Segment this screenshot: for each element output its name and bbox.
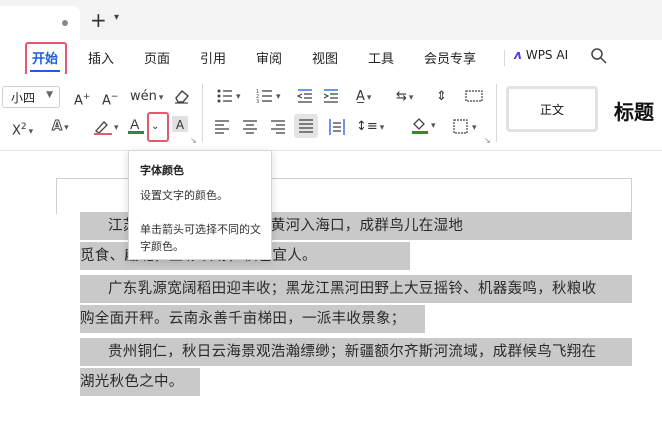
active-tab-underline	[30, 70, 60, 72]
wps-ai-button[interactable]: ʌ WPS AI	[514, 48, 568, 62]
sort-icon[interactable]: ⇆ ▾	[396, 88, 413, 107]
text-direction-icon[interactable]: A̲ ▾	[356, 88, 371, 107]
menu-tab-member[interactable]: 会员专享	[424, 48, 476, 67]
tooltip-title: 字体颜色	[140, 164, 184, 177]
align-right-icon[interactable]	[270, 120, 286, 134]
menu-tab-review[interactable]: 审阅	[256, 48, 282, 67]
justify-icon	[299, 119, 313, 133]
style-normal[interactable]: 正文	[506, 86, 598, 132]
ribbon-separator	[202, 84, 203, 142]
paint-bucket-icon[interactable]: ▾	[410, 116, 440, 136]
unsaved-dot-icon	[62, 20, 68, 26]
superscript-icon[interactable]: X2▾	[12, 118, 33, 141]
decrease-indent-icon[interactable]	[296, 88, 314, 104]
clear-format-icon[interactable]	[172, 88, 190, 104]
align-center-icon[interactable]	[242, 120, 258, 134]
menu-tab-tools[interactable]: 工具	[368, 48, 394, 67]
svg-text:▾: ▾	[236, 92, 241, 102]
ribbon-toolbar: 小四 ▼ A+ A− wén ▾ X2▾ A ▾ ▾ A ⌄ A ↘ ▾ 123 ▾	[0, 74, 662, 151]
document-tab[interactable]	[0, 6, 80, 40]
new-tab-button[interactable]: +	[90, 8, 107, 32]
font-size-value: 小四	[11, 91, 36, 105]
style-title[interactable]: 标题	[606, 86, 662, 132]
show-marks-icon[interactable]: ⇕	[436, 88, 447, 106]
bullet-list-icon[interactable]: ▾	[216, 88, 246, 104]
style-title-label: 标题	[614, 100, 654, 124]
document-line[interactable]: 购全面开秤。云南永善千亩梯田，一派丰收景象；	[80, 305, 406, 333]
search-icon[interactable]	[590, 47, 608, 65]
new-tab-dropdown-icon[interactable]: ▾	[114, 12, 119, 23]
tooltip-description: 设置文字的颜色。	[140, 189, 228, 202]
font-size-select[interactable]: 小四 ▼	[2, 86, 60, 108]
ribbon-separator	[496, 84, 497, 142]
table-tools-icon[interactable]	[464, 88, 484, 104]
tab-bar: + ▾	[0, 0, 662, 40]
menu-tab-view[interactable]: 视图	[312, 48, 338, 67]
distributed-align-icon[interactable]	[328, 118, 346, 136]
svg-text:3: 3	[256, 99, 259, 104]
chevron-down-icon: ▼	[46, 90, 53, 100]
menu-tab-page[interactable]: 页面	[144, 48, 170, 67]
menu-tab-reference[interactable]: 引用	[200, 48, 226, 67]
font-color-dropdown-button[interactable]: ⌄	[151, 118, 159, 136]
borders-icon[interactable]: ▾	[452, 118, 482, 136]
highlight-pen-icon[interactable]: ▾	[92, 118, 122, 136]
document-line[interactable]: 贵州铜仁，秋日云海景观浩瀚缥缈；新疆额尔齐斯河流域，成群候鸟飞翔在	[108, 338, 596, 366]
wps-ai-label: WPS AI	[525, 48, 569, 62]
text-effect-icon[interactable]: A ▾	[52, 118, 69, 137]
font-dialog-launcher-icon[interactable]: ↘	[190, 136, 197, 145]
decrease-font-size-icon[interactable]: A−	[102, 88, 118, 110]
tooltip-hint: 单击箭头可选择不同的文字颜色。	[140, 223, 261, 253]
font-color-icon[interactable]: A	[126, 116, 146, 136]
svg-text:▾: ▾	[472, 123, 477, 133]
document-line[interactable]: 湖光秋色之中。	[80, 368, 184, 396]
character-shading-icon[interactable]: A	[172, 116, 188, 132]
document-line[interactable]: 广东乳源宽阔稻田迎丰收；黑龙江黑河田野上大豆摇铃、机器轰鸣，秋粮收	[108, 275, 596, 303]
phonetic-guide-icon[interactable]: wén ▾	[130, 88, 163, 107]
align-left-icon[interactable]	[214, 120, 230, 134]
svg-text:▾: ▾	[431, 121, 436, 131]
paragraph-dialog-launcher-icon[interactable]: ↘	[484, 136, 491, 145]
justify-button-active[interactable]	[294, 114, 318, 138]
line-spacing-icon[interactable]: ↕≡ ▾	[356, 118, 384, 137]
menu-bar: 开始 插入 页面 引用 审阅 视图 工具 会员专享 ʌ WPS AI	[0, 40, 662, 78]
numbered-list-icon[interactable]: 123 ▾	[256, 88, 286, 104]
menu-tab-insert[interactable]: 插入	[88, 48, 114, 67]
svg-text:▾: ▾	[114, 123, 119, 133]
increase-indent-icon[interactable]	[322, 88, 340, 104]
font-color-tooltip: 字体颜色 设置文字的颜色。 单击箭头可选择不同的文字颜色。	[128, 150, 272, 260]
increase-font-size-icon[interactable]: A+	[74, 88, 90, 110]
wps-ai-logo-icon: ʌ	[514, 48, 522, 62]
menu-separator	[504, 50, 505, 66]
menu-tab-home[interactable]: 开始	[32, 48, 58, 67]
svg-text:▾: ▾	[276, 92, 281, 102]
style-normal-label: 正文	[539, 103, 564, 117]
svg-text:A: A	[130, 116, 140, 132]
